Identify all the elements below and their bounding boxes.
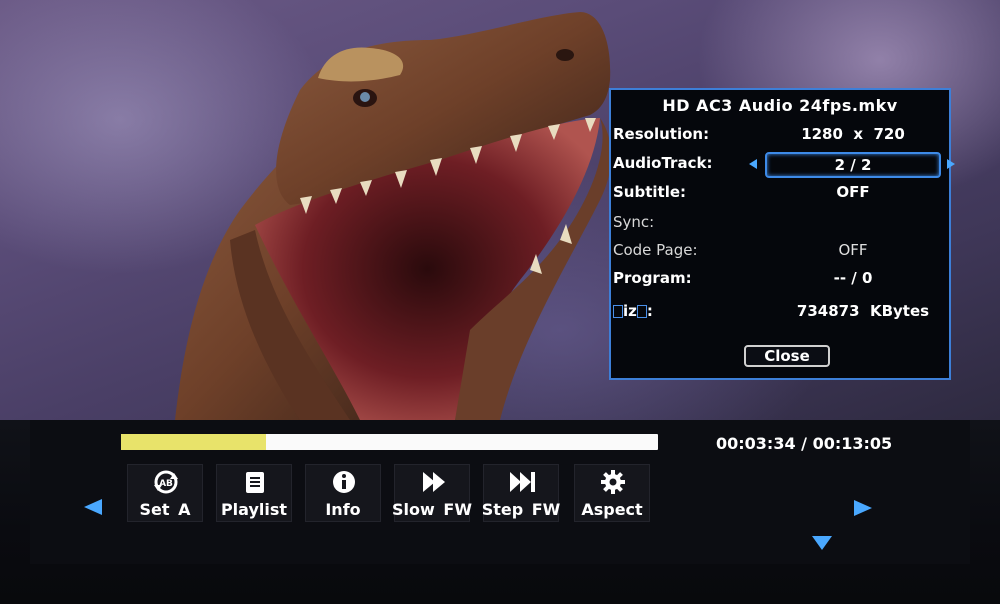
code-page-value: OFF — [838, 241, 868, 259]
slow-fw-label: Slow FW — [392, 500, 472, 519]
size-value: 734873 KBytes — [796, 302, 930, 320]
info-row-program: Program: -- / 0 — [613, 269, 949, 293]
resolution-label: Resolution: — [613, 125, 710, 143]
info-row-resolution: Resolution: 1280 x 720 — [613, 125, 949, 149]
playlist-button[interactable]: Playlist — [216, 464, 292, 522]
info-label: Info — [325, 500, 361, 519]
info-row-sync: Sync: — [613, 213, 949, 237]
ab-repeat-icon: AB — [154, 470, 178, 494]
audiotrack-next-arrow-icon[interactable] — [947, 159, 955, 169]
playlist-label: Playlist — [220, 500, 288, 519]
progress-bar[interactable] — [121, 434, 658, 450]
step-forward-icon — [510, 472, 535, 492]
media-info-dialog: HD AC3 Audio 24fps.mkv Resolution: 1280 … — [609, 88, 955, 380]
glyph-box-icon — [636, 305, 647, 318]
set-a-button[interactable]: AB Set A — [127, 464, 203, 522]
audiotrack-label: AudioTrack: — [613, 154, 713, 172]
code-page-label: Code Page: — [613, 241, 698, 259]
slow-fw-button[interactable]: Slow FW — [392, 464, 472, 522]
aspect-button[interactable]: Aspect — [574, 464, 650, 522]
program-value: -- / 0 — [833, 269, 873, 287]
resolution-value: 1280 x 720 — [801, 125, 905, 143]
playlist-icon — [246, 472, 264, 493]
close-button[interactable]: Close — [744, 345, 830, 367]
glyph-box-icon — [613, 305, 623, 318]
info-row-size: iz: 734873 KBytes — [613, 302, 949, 326]
nav-down-arrow-icon[interactable] — [811, 534, 833, 552]
set-a-label: Set A — [139, 500, 191, 519]
step-fw-button[interactable]: Step FW — [482, 464, 560, 522]
progress-fill — [121, 434, 266, 450]
info-row-code-page: Code Page: OFF — [613, 241, 949, 265]
program-label: Program: — [613, 269, 692, 287]
time-readout: 00:03:34 / 00:13:05 — [716, 434, 893, 453]
info-button[interactable]: Info — [305, 464, 381, 522]
info-row-subtitle[interactable]: Subtitle: OFF — [613, 183, 949, 207]
nav-right-arrow-icon[interactable] — [852, 499, 874, 517]
subtitle-label: Subtitle: — [613, 183, 687, 201]
svg-text:AB: AB — [159, 479, 173, 489]
size-label: iz: — [613, 302, 653, 320]
gear-icon — [601, 470, 625, 494]
step-fw-label: Step FW — [481, 500, 561, 519]
info-icon — [333, 471, 355, 493]
audiotrack-selector[interactable]: 2 / 2 — [765, 152, 941, 178]
file-name-title: HD AC3 Audio 24fps.mkv — [662, 96, 898, 115]
sync-label: Sync: — [613, 213, 655, 231]
audiotrack-prev-arrow-icon[interactable] — [749, 159, 757, 169]
subtitle-value[interactable]: OFF — [763, 183, 943, 201]
nav-left-arrow-icon[interactable] — [82, 498, 104, 516]
slow-forward-icon — [423, 472, 445, 492]
info-row-audiotrack[interactable]: AudioTrack: 2 / 2 — [613, 152, 955, 178]
aspect-label: Aspect — [581, 500, 643, 519]
